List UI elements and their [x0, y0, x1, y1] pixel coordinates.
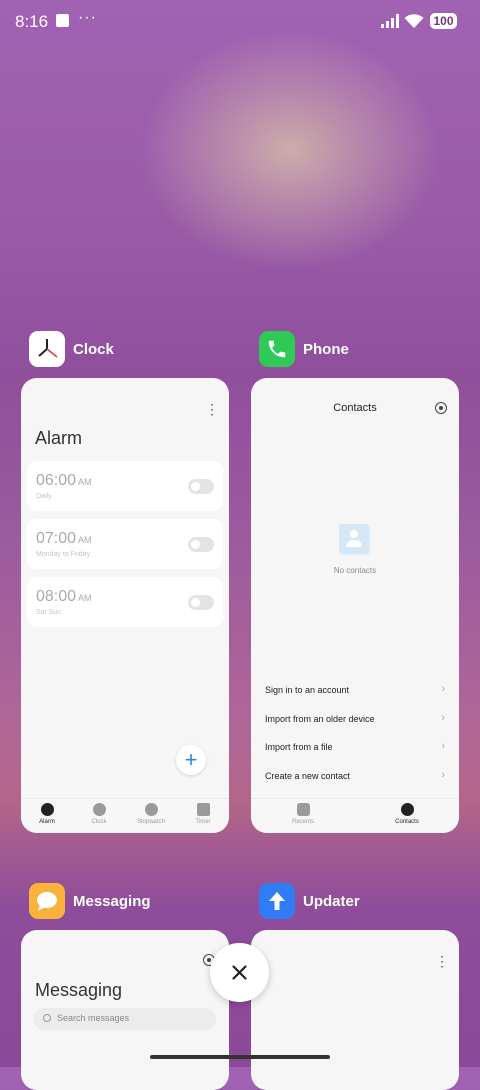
- tab-timer[interactable]: Timer: [177, 799, 229, 833]
- status-bar: 8:16 ··· 100: [0, 0, 480, 42]
- clock-app-card[interactable]: ⋮ Alarm 06:00 AM Daily 07:00 AM Monday to …: [21, 378, 229, 833]
- option-label: Sign in to an account: [265, 685, 350, 695]
- clock-app-icon: [29, 331, 65, 367]
- alarm-ampm: AM: [78, 477, 92, 487]
- alarm-time: 08:00: [36, 588, 77, 605]
- phone-app-icon: [259, 331, 295, 367]
- tab-label: Clock: [91, 819, 107, 825]
- import-file-option[interactable]: Import from a file ›: [265, 739, 445, 759]
- contacts-title: Contacts: [333, 402, 377, 414]
- more-notifications-icon: ···: [78, 9, 97, 26]
- messaging-app-icon: [29, 883, 65, 919]
- alarm-time: 07:00: [36, 530, 77, 547]
- chevron-right-icon: ›: [441, 683, 445, 695]
- updater-app-card[interactable]: ⋮: [251, 930, 459, 1090]
- alarm-title: Alarm: [35, 428, 83, 448]
- settings-icon[interactable]: [435, 402, 447, 414]
- more-options-icon[interactable]: ⋮: [435, 954, 449, 968]
- updater-app-icon: [259, 883, 295, 919]
- alarm-ampm: AM: [78, 535, 92, 545]
- clock-app-title: Clock: [73, 340, 114, 358]
- option-label: Import from an older device: [265, 714, 375, 724]
- chevron-right-icon: ›: [441, 769, 445, 781]
- tab-clock[interactable]: Clock: [73, 799, 125, 833]
- clock-icon: [92, 803, 106, 816]
- tab-label: Stopwatch: [136, 819, 166, 825]
- clock-app-header[interactable]: Clock: [29, 331, 114, 367]
- signal-icon: [381, 14, 399, 28]
- phone-app-card[interactable]: Contacts No contacts Sign in to an accou…: [251, 378, 459, 833]
- tab-contacts[interactable]: Contacts: [355, 799, 459, 833]
- alarm-toggle[interactable]: [188, 537, 214, 552]
- alarm-toggle[interactable]: [188, 479, 214, 494]
- messaging-app-card[interactable]: Messaging Search messages: [21, 930, 229, 1090]
- stopwatch-icon: [144, 803, 158, 816]
- clear-all-button[interactable]: [210, 943, 269, 1002]
- option-label: Create a new contact: [265, 771, 351, 781]
- tab-label: Timer: [195, 819, 211, 825]
- clock-bottom-nav: Alarm Clock Stopwatch Timer: [21, 798, 229, 833]
- close-icon: [232, 965, 247, 980]
- alarm-item[interactable]: 08:00 AM Sat Sun: [27, 577, 223, 627]
- alarm-item[interactable]: 07:00 AM Monday to Friday: [27, 519, 223, 569]
- notification-icon: [56, 14, 69, 27]
- tab-stopwatch[interactable]: Stopwatch: [125, 799, 177, 833]
- empty-contacts-icon: [339, 524, 369, 554]
- option-label: Import from a file: [265, 742, 333, 752]
- phone-bottom-nav: Recents Contacts: [251, 798, 459, 833]
- tab-label: Alarm: [39, 819, 55, 825]
- alarm-repeat: Daily: [36, 493, 52, 500]
- alarm-ampm: AM: [78, 593, 92, 603]
- alarm-toggle[interactable]: [188, 595, 214, 610]
- status-time: 8:16: [15, 12, 49, 31]
- chevron-right-icon: ›: [441, 712, 445, 724]
- search-input[interactable]: Search messages: [33, 1008, 216, 1030]
- updater-app-title: Updater: [303, 892, 360, 910]
- alarm-repeat: Sat Sun: [36, 609, 61, 616]
- add-alarm-button[interactable]: +: [176, 745, 206, 775]
- tab-alarm[interactable]: Alarm: [21, 799, 73, 833]
- messaging-app-title: Messaging: [73, 892, 151, 910]
- search-placeholder: Search messages: [57, 1013, 130, 1023]
- alarm-icon: [40, 803, 54, 816]
- search-icon: [43, 1014, 51, 1022]
- messaging-app-header[interactable]: Messaging: [29, 883, 151, 919]
- updater-app-header[interactable]: Updater: [259, 883, 360, 919]
- phone-app-header[interactable]: Phone: [259, 331, 349, 367]
- wifi-icon: [404, 14, 424, 28]
- phone-icon: [296, 803, 310, 816]
- alarm-repeat: Monday to Friday: [36, 551, 91, 558]
- chevron-right-icon: ›: [441, 740, 445, 752]
- tab-label: Recents: [291, 819, 314, 825]
- tab-label: Contacts: [395, 819, 419, 825]
- alarm-item[interactable]: 06:00 AM Daily: [27, 461, 223, 511]
- create-contact-option[interactable]: Create a new contact ›: [265, 768, 445, 788]
- sign-in-account-option[interactable]: Sign in to an account ›: [265, 682, 445, 702]
- tab-recents[interactable]: Recents: [251, 799, 355, 833]
- messaging-title: Messaging: [35, 980, 123, 1000]
- empty-state-text: No contacts: [333, 566, 377, 575]
- hourglass-icon: [196, 803, 210, 816]
- battery-icon: 100: [430, 13, 457, 29]
- import-older-device-option[interactable]: Import from an older device ›: [265, 711, 445, 731]
- alarm-time: 06:00: [36, 472, 77, 489]
- person-icon: [400, 803, 414, 816]
- phone-app-title: Phone: [303, 340, 349, 358]
- more-options-icon[interactable]: ⋮: [205, 402, 219, 416]
- home-indicator[interactable]: [150, 1055, 330, 1059]
